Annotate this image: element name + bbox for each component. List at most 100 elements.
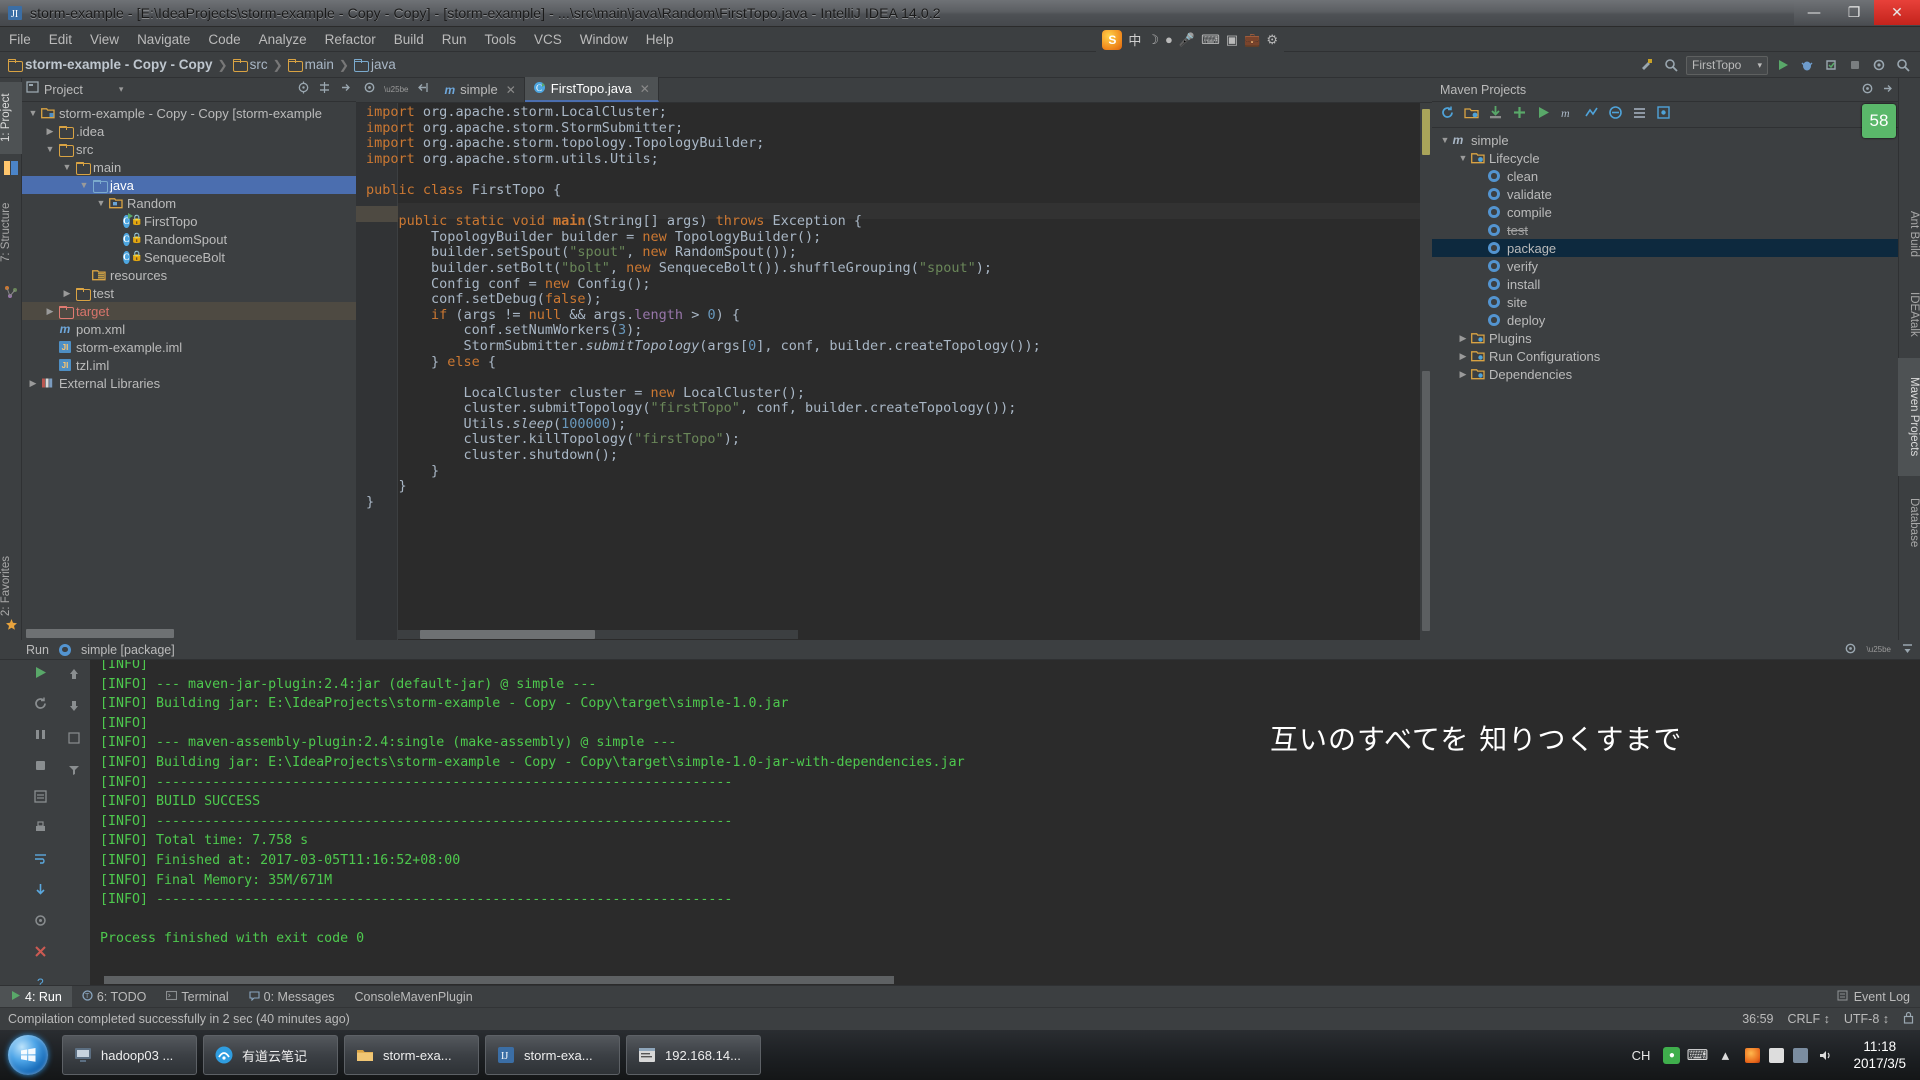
run-configuration-selector[interactable]: FirstTopo ▾ — [1686, 55, 1768, 75]
hide-panel-icon[interactable] — [1901, 642, 1914, 658]
tree-node-firsttopo[interactable]: C 🔒 FirstTopo — [22, 212, 356, 230]
breadcrumb-src[interactable]: src — [232, 57, 268, 72]
settings-gear-icon[interactable] — [363, 81, 376, 99]
file-encoding[interactable]: UTF-8 ↕ — [1844, 1012, 1889, 1026]
sidebar-item-database[interactable]: Database — [1898, 484, 1920, 562]
menu-file[interactable]: File — [0, 30, 40, 49]
expand-arrow-open-icon[interactable]: ▼ — [77, 180, 91, 190]
tree-node-storm-example-copy-copy-storm-example[interactable]: ▼ storm-example - Copy - Copy [storm-exam… — [22, 104, 356, 122]
editor-vscrollbar-thumb[interactable] — [1422, 371, 1430, 631]
caret-position[interactable]: 36:59 — [1742, 1012, 1773, 1026]
editor-horizontal-scrollbar[interactable] — [398, 630, 798, 639]
refresh-icon[interactable] — [1440, 105, 1455, 125]
expand-arrow-open-icon[interactable]: ▼ — [1438, 135, 1452, 145]
tab-messages[interactable]: 0: Messages — [239, 986, 345, 1008]
pause-output-icon[interactable] — [33, 727, 48, 747]
taskbar-button-192-168-14[interactable]: 192.168.14... — [626, 1035, 761, 1075]
source-code[interactable]: import org.apache.storm.LocalCluster; im… — [366, 104, 1041, 510]
ime-floating-bar[interactable]: S 中 ☽ ● 🎤 ⌨ ▣ 💼 ⚙ — [1096, 27, 1284, 52]
rerun-icon[interactable] — [33, 665, 48, 685]
maven-node-install[interactable]: install — [1432, 275, 1902, 293]
scroll-down-icon[interactable] — [67, 699, 81, 718]
editor-tab-simple[interactable]: m simple ✕ — [436, 77, 525, 102]
tree-node-target[interactable]: ▶ target — [22, 302, 356, 320]
skip-tests-icon[interactable] — [1608, 105, 1623, 125]
build-icon[interactable] — [1638, 56, 1656, 74]
taskbar-button-storm-explorer[interactable]: storm-exa... — [344, 1035, 479, 1075]
settings-gear-icon[interactable] — [1861, 82, 1874, 98]
debug-button-icon[interactable] — [1798, 56, 1816, 74]
close-icon[interactable] — [33, 944, 48, 964]
search-icon[interactable] — [1894, 56, 1912, 74]
maven-node-simple[interactable]: ▼ m simple — [1432, 131, 1902, 149]
ime-language-label[interactable]: 中 — [1128, 30, 1141, 49]
ime-box-icon[interactable]: ▣ — [1226, 32, 1238, 48]
tray-volume-icon[interactable] — [1817, 1048, 1833, 1063]
tree-node-senquecebolt[interactable]: C 🔒 SenqueceBolt — [22, 248, 356, 266]
stop-icon[interactable] — [1846, 56, 1864, 74]
sidebar-item-structure[interactable]: 7: Structure — [0, 186, 22, 278]
maven-tree[interactable]: ▼ m simple ▼ Lifecycle clean validate compile te… — [1432, 128, 1902, 383]
tree-node-pom-xml[interactable]: m pom.xml — [22, 320, 356, 338]
tree-node-randomspout[interactable]: C 🔒 RandomSpout — [22, 230, 356, 248]
menu-refactor[interactable]: Refactor — [316, 30, 385, 49]
tab-terminal[interactable]: Terminal — [156, 986, 238, 1008]
maven-node-lifecycle[interactable]: ▼ Lifecycle — [1432, 149, 1902, 167]
expand-arrow-open-icon[interactable]: ▼ — [94, 198, 108, 208]
expand-arrow-open-icon[interactable]: ▼ — [26, 108, 40, 118]
taskbar-button-hadoop03[interactable]: hadoop03 ... — [62, 1035, 197, 1075]
tab-console-maven-plugin[interactable]: ConsoleMavenPlugin — [345, 986, 483, 1008]
sidebar-item-ant-build[interactable]: Ant Build — [1898, 198, 1920, 270]
chevron-down-icon[interactable]: \u25be — [1867, 645, 1891, 654]
run-button-icon[interactable] — [1774, 56, 1792, 74]
coverage-icon[interactable] — [1822, 56, 1840, 74]
tray-ime-language[interactable]: CH — [1628, 1048, 1655, 1063]
toggle-offline-icon[interactable] — [1584, 105, 1599, 125]
menu-navigate[interactable]: Navigate — [128, 30, 199, 49]
sidebar-item-favorites[interactable]: 2: Favorites — [0, 556, 22, 616]
expand-arrow-open-icon[interactable]: ▼ — [1456, 153, 1470, 163]
editor-vertical-scrollbar[interactable] — [1420, 103, 1432, 640]
tray-show-hidden-icon[interactable]: ▴ — [1717, 1046, 1733, 1064]
project-tree[interactable]: ▼ storm-example - Copy - Copy [storm-exam… — [22, 102, 356, 628]
event-log-group[interactable]: Event Log — [1837, 990, 1910, 1004]
maven-node-package[interactable]: package — [1432, 239, 1902, 257]
menu-vcs[interactable]: VCS — [525, 30, 571, 49]
expand-arrow-closed-icon[interactable]: ▶ — [43, 126, 57, 137]
tree-node-storm-example-iml[interactable]: JI storm-example.iml — [22, 338, 356, 356]
execute-maven-goal-icon[interactable]: m — [1560, 105, 1575, 125]
settings-gear-icon[interactable] — [1844, 642, 1857, 658]
maven-node-deploy[interactable]: deploy — [1432, 311, 1902, 329]
expand-arrow-closed-icon[interactable]: ▶ — [60, 288, 74, 299]
line-separator[interactable]: CRLF ↕ — [1787, 1012, 1829, 1026]
tree-node-java[interactable]: ▼ java — [22, 176, 356, 194]
dump-threads-icon[interactable] — [33, 789, 48, 809]
chevron-down-icon[interactable]: ▾ — [119, 84, 124, 95]
add-pom-icon[interactable] — [1464, 105, 1479, 125]
maven-node-site[interactable]: site — [1432, 293, 1902, 311]
notification-badge[interactable]: 58 — [1862, 104, 1896, 138]
menu-window[interactable]: Window — [571, 30, 637, 49]
code-editor[interactable]: import org.apache.storm.LocalCluster; im… — [356, 103, 1432, 640]
tab-run[interactable]: 4: Run — [0, 985, 72, 1008]
editor-hscrollbar-thumb[interactable] — [420, 630, 595, 639]
ime-moon-icon[interactable]: ☽ — [1147, 32, 1159, 48]
tray-keyboard-icon[interactable]: ⌨ — [1687, 1046, 1709, 1064]
console-horizontal-scrollbar[interactable] — [90, 976, 1920, 985]
tree-node-tzl-iml[interactable]: JI tzl.iml — [22, 356, 356, 374]
menu-help[interactable]: Help — [637, 30, 683, 49]
expand-arrow-closed-icon[interactable]: ▶ — [26, 378, 40, 389]
tree-node-main[interactable]: ▼ main — [22, 158, 356, 176]
tree-node-resources[interactable]: resources — [22, 266, 356, 284]
hide-panel-icon[interactable] — [416, 81, 429, 99]
editor-error-stripe-marker[interactable] — [1422, 109, 1430, 155]
download-sources-icon[interactable] — [1488, 105, 1503, 125]
menu-tools[interactable]: Tools — [476, 30, 526, 49]
maven-node-run-configurations[interactable]: ▶ Run Configurations — [1432, 347, 1902, 365]
taskbar-clock[interactable]: 11:18 2017/3/5 — [1845, 1038, 1914, 1072]
tray-monitor-icon[interactable] — [1793, 1047, 1809, 1063]
maven-node-dependencies[interactable]: ▶ Dependencies — [1432, 365, 1902, 383]
ime-mic-icon[interactable]: 🎤 — [1179, 32, 1195, 48]
sidebar-item-ideatalk[interactable]: IDEAtalk — [1898, 278, 1920, 350]
close-icon[interactable]: ✕ — [506, 83, 516, 97]
